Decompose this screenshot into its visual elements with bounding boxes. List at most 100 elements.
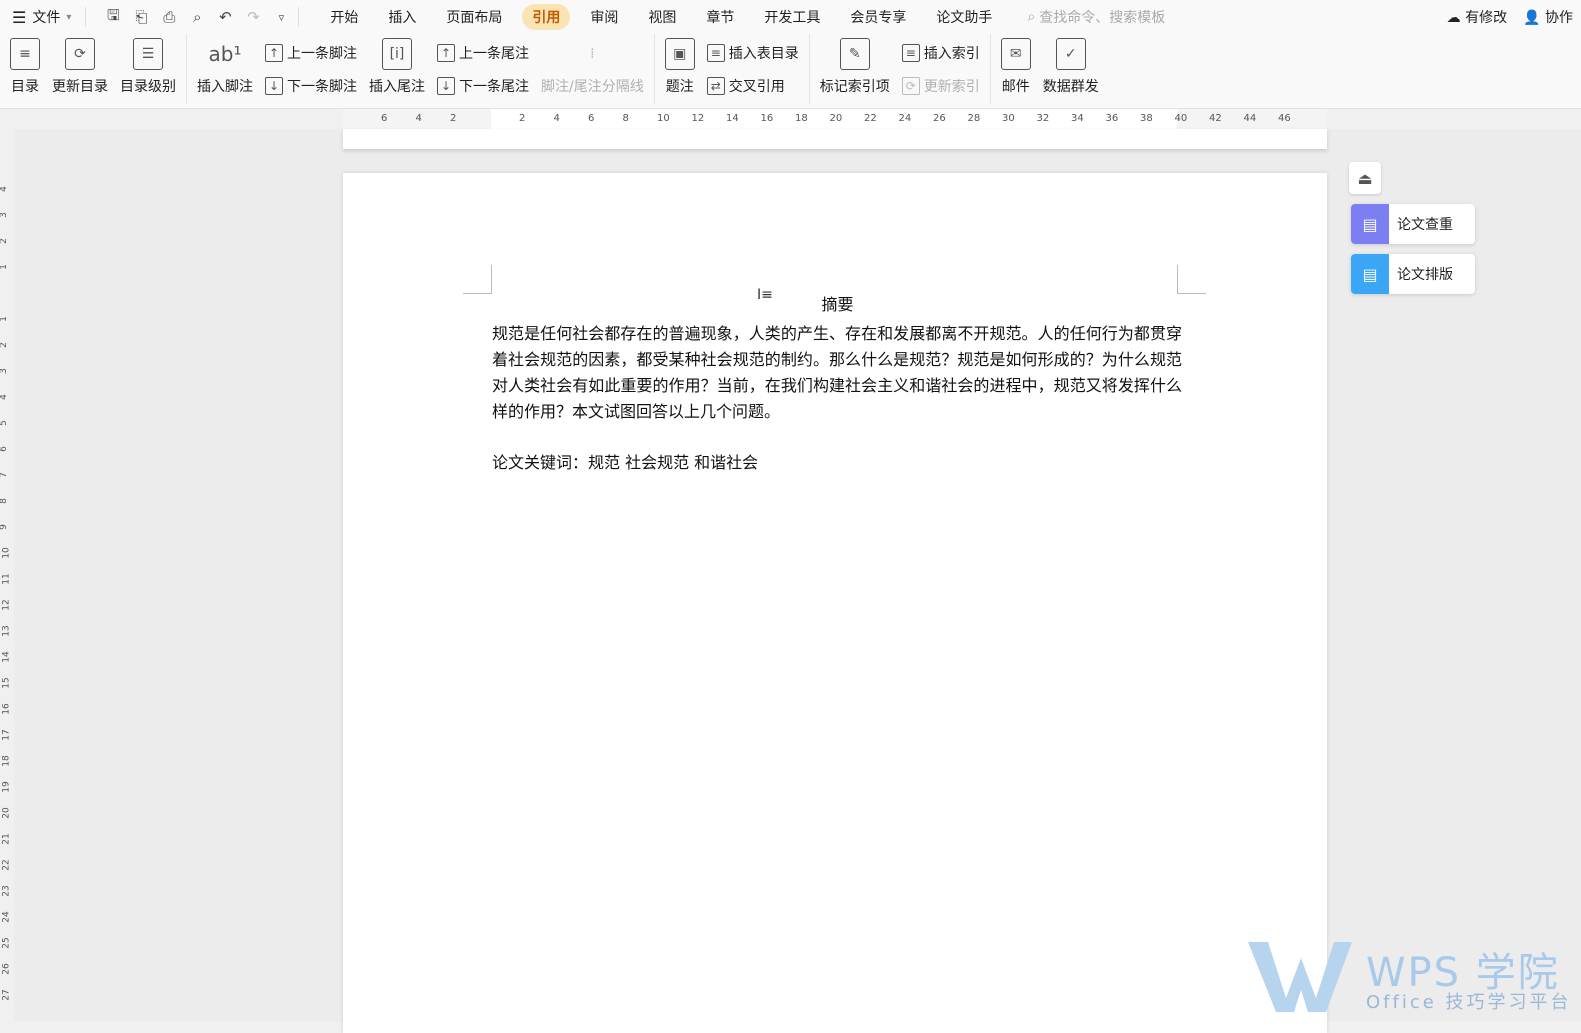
collaborate-button[interactable]: 👤 协作 [1523, 7, 1573, 27]
cloud-icon: ☁ [1446, 10, 1461, 26]
menu-bar: ☰ 文件 ▾ 🖫 ⎗ ⎙ ⌕ ↶ ↷ ▿ 开始 插入 页面布局 引用 审阅 视图… [0, 0, 1581, 34]
command-search[interactable]: ⌕ 查找命令、搜索模板 [1027, 7, 1165, 27]
data-mass-send-button[interactable]: ✓ 数据群发 [1037, 38, 1105, 104]
print-icon[interactable]: ⎙ [160, 8, 178, 26]
insert-footnote-button[interactable]: ab¹ 插入脚注 [191, 38, 259, 104]
table-list-icon: ≡ [706, 43, 725, 62]
update-index-button[interactable]: ⟳ 更新索引 [901, 71, 980, 101]
separator-icon: ⁞ [590, 46, 595, 62]
text-cursor-icon: I≡ [757, 287, 773, 303]
ruler-tick: 44 [1243, 113, 1257, 124]
envelope-icon: ✉ [1000, 38, 1031, 70]
next-footnote-label: 下一条脚注 [287, 78, 357, 95]
tab-page-layout[interactable]: 页面布局 [436, 4, 512, 30]
wps-academy-watermark: WPS 学院 Office 技巧学习平台 [1246, 938, 1576, 1018]
insert-table-of-figures-button[interactable]: ≡ 插入表目录 [706, 38, 799, 68]
tab-paper-assistant[interactable]: 论文助手 [926, 4, 1002, 30]
vertical-ruler-tick: 6 [0, 446, 9, 452]
vertical-ruler-tick: 15 [1, 677, 12, 689]
customize-icon[interactable]: ▿ [272, 11, 290, 24]
previous-page[interactable] [343, 129, 1327, 149]
wps-logo-icon [1248, 942, 1352, 1012]
toc-button[interactable]: ≡ 目录 [4, 38, 46, 104]
vertical-ruler-tick: 21 [1, 833, 12, 845]
ruler-tick: 4 [553, 113, 560, 124]
toc-level-button[interactable]: ☰ 目录级别 [114, 38, 182, 104]
cross-reference-label: 交叉引用 [728, 78, 785, 95]
ruler-tick: 2 [450, 113, 457, 124]
update-toc-button[interactable]: ⟳ 更新目录 [46, 38, 114, 104]
paper-check-icon: ▤ [1351, 204, 1389, 244]
ruler-tick: 30 [1002, 113, 1015, 124]
undo-icon[interactable]: ↶ [216, 8, 234, 26]
vertical-ruler-tick: 4 [0, 186, 9, 192]
refresh-doc-icon: ⟳ [65, 38, 95, 70]
paper-format-button[interactable]: ▤ 论文排版 [1351, 254, 1475, 294]
tab-insert[interactable]: 插入 [378, 4, 426, 30]
tab-home[interactable]: 开始 [320, 4, 368, 30]
mark-index-entry-button[interactable]: ✎ 标记索引项 [814, 38, 896, 104]
vertical-ruler-tick: 25 [1, 937, 12, 949]
ruler-tick: 36 [1105, 113, 1119, 124]
ruler-tick: 8 [622, 113, 629, 124]
vertical-ruler[interactable]: 4321123456789101112131415161718192021222… [0, 150, 15, 1021]
file-menu[interactable]: ☰ 文件 ▾ [6, 4, 77, 30]
paper-format-icon: ▤ [1351, 254, 1389, 294]
paper-check-label: 论文查重 [1397, 217, 1453, 233]
format-painter-icon[interactable]: ⎗ [132, 8, 150, 26]
user-icon: 👤 [1523, 10, 1541, 26]
next-endnote-button[interactable]: ↓ 下一条尾注 [437, 71, 529, 101]
prev-footnote-button[interactable]: ↑ 上一条脚注 [265, 38, 357, 68]
tab-references[interactable]: 引用 [522, 4, 571, 30]
insert-endnote-button[interactable]: [i] 插入尾注 [363, 38, 431, 104]
vertical-ruler-tick: 27 [1, 989, 12, 1001]
tab-review[interactable]: 审阅 [580, 4, 628, 30]
redo-icon[interactable]: ↷ [244, 8, 262, 26]
hamburger-icon: ☰ [12, 7, 27, 27]
save-icon[interactable]: 🖫 [104, 5, 122, 30]
image-caption-icon: ▣ [664, 38, 695, 70]
separator-line-button[interactable]: ⁞ 脚注/尾注分隔线 [535, 38, 650, 104]
document-page[interactable]: 摘要 规范是任何社会都存在的普遍现象，人类的产生、存在和发展都离不开规范。人的任… [343, 173, 1327, 1033]
toc-group: ≡ 目录 ⟳ 更新目录 ☰ 目录级别 [0, 34, 187, 104]
document-content[interactable]: 摘要 规范是任何社会都存在的普遍现象，人类的产生、存在和发展都离不开规范。人的任… [492, 291, 1182, 476]
ribbon-toolbar: ≡ 目录 ⟳ 更新目录 ☰ 目录级别 ab¹ 插入脚注 ↑ 上一条脚注 ↓ 下一… [0, 34, 1581, 109]
send-icon: ✓ [1055, 38, 1086, 70]
chevron-down-icon: ▾ [66, 11, 72, 23]
ruler-tick: 12 [691, 113, 705, 124]
modified-label: 有修改 [1465, 10, 1508, 26]
quick-access-toolbar: 🖫 ⎗ ⎙ ⌕ ↶ ↷ ▿ [104, 5, 290, 30]
vertical-ruler-tick: 23 [1, 885, 12, 897]
prev-endnote-icon: ↑ [437, 43, 455, 62]
vertical-ruler-tick: 4 [0, 394, 9, 400]
collapse-panel-button[interactable]: ⏏ [1349, 162, 1381, 194]
update-index-icon: ⟳ [901, 76, 920, 95]
next-footnote-button[interactable]: ↓ 下一条脚注 [265, 71, 357, 101]
mail-button[interactable]: ✉ 邮件 [995, 38, 1037, 104]
ruler-tick: 24 [898, 113, 912, 124]
insert-index-button[interactable]: ≡ 插入索引 [901, 38, 980, 68]
footnote-icon: ab¹ [208, 42, 242, 66]
tab-view[interactable]: 视图 [638, 4, 686, 30]
horizontal-ruler[interactable]: 6 4 2 2 4 6 8 10 12 14 16 18 20 22 24 26 28 30 32 34 36 38 40 4… [343, 109, 1327, 129]
paper-check-button[interactable]: ▤ 论文查重 [1351, 204, 1475, 244]
tab-member[interactable]: 会员专享 [840, 4, 916, 30]
levels-icon: ☰ [133, 38, 163, 70]
caption-label: 题注 [665, 79, 694, 95]
tab-developer[interactable]: 开发工具 [754, 4, 830, 30]
ruler-tick: 2 [519, 113, 526, 124]
vertical-ruler-tick: 5 [0, 420, 9, 426]
next-endnote-label: 下一条尾注 [459, 78, 529, 95]
tab-sections[interactable]: 章节 [696, 4, 744, 30]
insert-table-of-figures-label: 插入表目录 [728, 45, 799, 62]
caption-button[interactable]: ▣ 题注 [659, 38, 701, 104]
vertical-ruler-tick: 13 [1, 625, 12, 637]
vertical-ruler-tick: 1 [0, 316, 9, 322]
cross-reference-button[interactable]: ⇄ 交叉引用 [706, 71, 799, 101]
endnote-nav: ↑ 上一条尾注 ↓ 下一条尾注 [431, 34, 535, 104]
modified-status[interactable]: ☁ 有修改 [1447, 7, 1507, 27]
watermark-subtitle: Office 技巧学习平台 [1366, 992, 1572, 1013]
print-preview-icon[interactable]: ⌕ [188, 8, 206, 26]
caption-actions: ≡ 插入表目录 ⇄ 交叉引用 [701, 34, 805, 104]
prev-endnote-button[interactable]: ↑ 上一条尾注 [437, 38, 529, 68]
